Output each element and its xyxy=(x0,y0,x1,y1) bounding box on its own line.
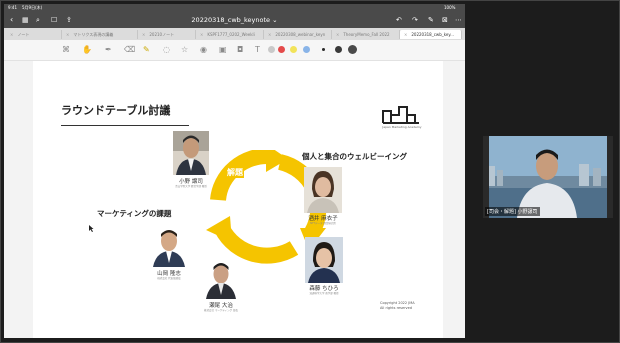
image-icon[interactable]: ▣ xyxy=(219,45,227,55)
webcam-video[interactable]: [司会・解題] 小野譲司 xyxy=(483,136,613,218)
eraser-icon[interactable]: ⌫ xyxy=(124,45,135,55)
camera-icon[interactable]: ◘ xyxy=(237,45,243,55)
stroke-size-large[interactable] xyxy=(348,45,357,54)
portrait-photo xyxy=(151,225,187,267)
tab-label: 20220318_cwb_key... xyxy=(411,32,454,37)
person-role: 流通科学大学 商学部 教授 xyxy=(309,292,339,295)
close-icon[interactable]: ⊠ xyxy=(442,15,448,25)
tab-kspf[interactable]: × KSPF1777_0202_Weekli xyxy=(196,30,264,39)
person-role: NTTデータ 経営研究所 xyxy=(310,222,336,225)
tab-close-icon[interactable]: × xyxy=(268,32,271,37)
person-role: 株式会社 マーケティング 部長 xyxy=(204,309,238,312)
portrait-photo xyxy=(305,237,343,283)
stroke-size-small[interactable] xyxy=(322,48,325,51)
tab-2021-notes[interactable]: × 20210ノート xyxy=(138,30,196,39)
cycle-label-kaidai: 解題 xyxy=(226,167,244,178)
drawing-toolbar: ⌘ ✋ ✒ ⌫ ✎ ◌ ☆ ◉ ▣ ◘ T xyxy=(4,40,465,61)
person-role: 青山学院大学 経営学部 教授 xyxy=(175,185,207,188)
portrait-photo xyxy=(204,259,238,299)
color-swatch-blue[interactable] xyxy=(303,46,310,53)
edit-icon[interactable]: ✎ xyxy=(428,15,434,25)
tab-close-icon[interactable]: × xyxy=(200,32,203,37)
color-swatch-red[interactable] xyxy=(278,46,285,53)
tab-close-icon[interactable]: × xyxy=(142,32,145,37)
title-bar: ‹ ▦ ⌕ ☐ ⇪ 20220318_cwb_keynote ⌄ ↶ ↷ ✎ ⊠… xyxy=(4,12,465,28)
portrait-photo xyxy=(173,131,209,175)
tab-label: 20220308_webinar_keyn xyxy=(275,32,326,37)
hand-icon[interactable]: ✋ xyxy=(82,45,92,55)
cycle-label-marketing: マーケティングの課題 xyxy=(97,209,172,218)
tab-theory-memo[interactable]: × TheoryMemo_Fall 2022 xyxy=(332,30,400,39)
tab-webinar[interactable]: × 20220308_webinar_keyn xyxy=(264,30,332,39)
color-swatch-yellow[interactable] xyxy=(290,46,297,53)
highlighter-icon[interactable]: ✎ xyxy=(143,45,150,55)
status-bar: 9:41 5月9日(木) 100% xyxy=(4,4,465,12)
ipad-window: 9:41 5月9日(木) 100% ‹ ▦ ⌕ ☐ ⇪ 20220318_cwb… xyxy=(4,4,465,338)
color-swatch-gray[interactable] xyxy=(268,46,275,53)
tab-close-icon[interactable]: × xyxy=(10,32,13,37)
tab-close-icon[interactable]: × xyxy=(66,32,69,37)
battery-level: 100% xyxy=(444,5,456,10)
document-canvas[interactable]: ラウンドテーブル討議 Japan Marketing Academy 解題 マー… xyxy=(4,61,465,338)
tab-label: KSPF1777_0202_Weekli xyxy=(207,32,255,37)
redo-icon[interactable]: ↷ xyxy=(412,15,418,25)
status-time: 9:41 xyxy=(8,5,17,10)
tab-matrix[interactable]: × マトリクス表現の講義 xyxy=(62,30,138,39)
portrait-photo xyxy=(304,167,342,213)
stroke-size-medium[interactable] xyxy=(335,46,342,53)
undo-icon[interactable]: ↶ xyxy=(396,15,402,25)
pen-icon[interactable]: ✒ xyxy=(105,45,112,55)
jma-logo xyxy=(382,106,419,124)
shapes-icon[interactable]: ☆ xyxy=(181,45,188,55)
slide-title: ラウンドテーブル討議 xyxy=(61,104,171,117)
title-underline xyxy=(61,125,189,126)
status-date: 5月9日(木) xyxy=(22,5,43,10)
webcam-feed-image xyxy=(483,136,613,218)
more-icon[interactable]: ⋯ xyxy=(455,15,462,25)
pointer-icon[interactable]: ◉ xyxy=(200,45,207,55)
logo-text: Japan Marketing Academy xyxy=(382,125,422,129)
lasso-icon[interactable]: ⌘ xyxy=(62,45,70,55)
tab-label: TheoryMemo_Fall 2022 xyxy=(343,32,390,37)
copyright-line: All rights reserved xyxy=(380,306,412,310)
tab-close-icon[interactable]: × xyxy=(404,32,407,37)
tab-notes[interactable]: × ノート xyxy=(6,30,62,39)
mouse-pointer-icon xyxy=(89,225,94,232)
copyright-text: Copyright 2022 JMA All rights reserved xyxy=(380,301,415,311)
tab-label: マトリクス表現の講義 xyxy=(73,32,114,37)
tab-label: 20210ノート xyxy=(149,32,175,37)
cycle-label-wellbeing: 個人と集合のウェルビーイング xyxy=(302,152,407,161)
tab-cwb-keynote[interactable]: × 20220318_cwb_key... xyxy=(400,30,462,39)
tab-close-icon[interactable]: × xyxy=(336,32,339,37)
text-icon[interactable]: T xyxy=(255,45,260,55)
slide: ラウンドテーブル討議 Japan Marketing Academy 解題 マー… xyxy=(33,61,443,338)
person-role: 株式会社 代表取締役 xyxy=(157,277,181,280)
selection-icon[interactable]: ◌ xyxy=(163,45,170,55)
webcam-name-label: [司会・解題] 小野譲司 xyxy=(485,207,540,216)
tab-label: ノート xyxy=(17,32,30,37)
